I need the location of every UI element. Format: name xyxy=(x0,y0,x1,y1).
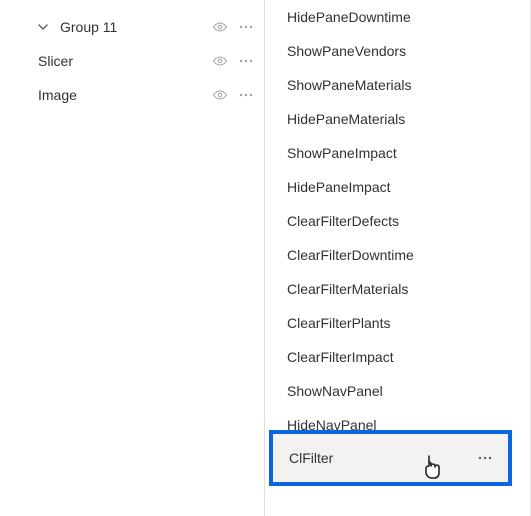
list-item[interactable]: ShowPaneVendors xyxy=(283,34,530,68)
list-item[interactable]: ShowPaneImpact xyxy=(283,136,530,170)
tree-item-label: Image xyxy=(38,87,212,103)
tree-group-row[interactable]: Group 11 xyxy=(0,10,264,44)
visibility-icon[interactable] xyxy=(212,87,228,103)
list-item[interactable]: HidePaneMaterials xyxy=(283,102,530,136)
visibility-icon[interactable] xyxy=(212,53,228,69)
list-item[interactable]: ClearFilterMaterials xyxy=(283,272,530,306)
selection-pane: Group 11 Slicer Image xyxy=(0,0,265,516)
list-item[interactable]: ClearFilterDowntime xyxy=(283,238,530,272)
list-item[interactable]: HidePaneImpact xyxy=(283,170,530,204)
list-item[interactable]: ClearFilterPlants xyxy=(283,306,530,340)
selected-bookmark[interactable]: ClFilter xyxy=(269,430,512,486)
bookmarks-pane: HidePaneDowntime ShowPaneVendors ShowPan… xyxy=(265,0,531,516)
list-item[interactable]: ShowPaneMaterials xyxy=(283,68,530,102)
visibility-icon[interactable] xyxy=(212,19,228,35)
tree-item[interactable]: Slicer xyxy=(0,44,264,78)
group-label: Group 11 xyxy=(60,19,212,35)
list-item[interactable]: ClearFilterImpact xyxy=(283,340,530,374)
tree-item-label: Slicer xyxy=(38,53,212,69)
chevron-down-icon[interactable] xyxy=(34,18,52,36)
tree-item[interactable]: Image xyxy=(0,78,264,112)
more-icon[interactable] xyxy=(238,53,254,69)
selected-bookmark-label: ClFilter xyxy=(289,450,478,466)
more-icon[interactable] xyxy=(238,19,254,35)
more-icon[interactable] xyxy=(238,87,254,103)
more-icon[interactable] xyxy=(478,456,492,460)
list-item[interactable]: HidePaneDowntime xyxy=(283,0,530,34)
list-item[interactable]: ClearFilterDefects xyxy=(283,204,530,238)
list-item[interactable]: ShowNavPanel xyxy=(283,374,530,408)
